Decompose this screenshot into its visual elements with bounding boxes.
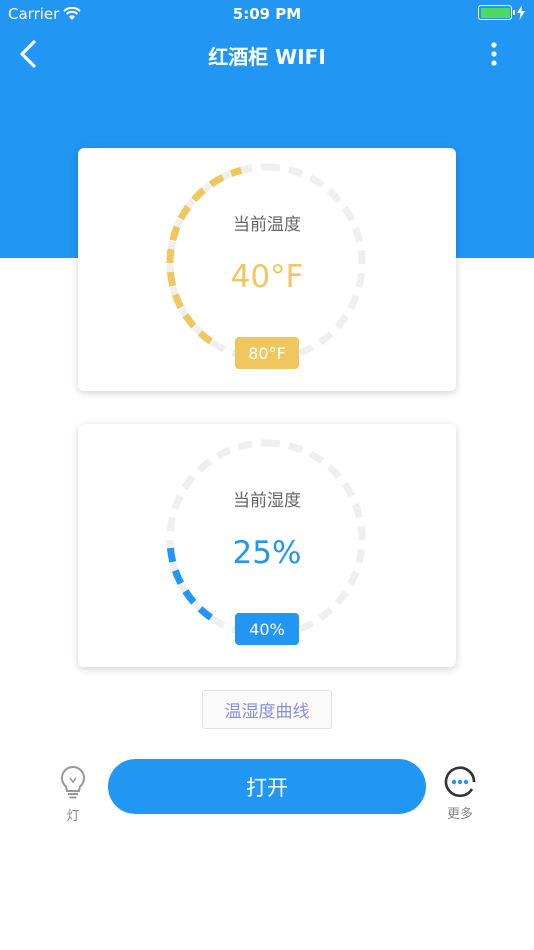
temperature-setpoint-badge[interactable]: 80°F (235, 337, 299, 369)
more-button[interactable]: 更多 (435, 765, 485, 827)
lightbulb-icon (61, 765, 85, 799)
more-menu-button[interactable] (482, 38, 506, 70)
open-button[interactable]: 打开 (108, 759, 426, 814)
more-vertical-icon (491, 42, 497, 66)
status-bar: Carrier 5:09 PM (0, 0, 534, 28)
temperature-value: 40°F (230, 259, 304, 295)
humidity-setpoint-badge[interactable]: 40% (235, 613, 299, 645)
light-label: 灯 (66, 809, 80, 824)
humidity-value: 25% (232, 535, 302, 571)
status-time: 5:09 PM (232, 5, 302, 23)
charging-bolt-icon (517, 5, 525, 20)
page-title: 红酒柜 WIFI (208, 45, 326, 69)
more-label: 更多 (446, 807, 473, 822)
light-button[interactable]: 灯 (48, 765, 98, 827)
humidity-label: 当前湿度 (233, 491, 301, 511)
nav-bar: 红酒柜 WIFI (0, 28, 534, 80)
temperature-label: 当前温度 (233, 215, 301, 235)
battery-icon (478, 5, 515, 20)
humidity-card: 当前湿度 25% 40% (78, 424, 456, 667)
temperature-card: 当前温度 40°F 80°F (78, 148, 456, 391)
more-circle-icon (444, 766, 476, 798)
temp-humidity-curve-button[interactable]: 温湿度曲线 (202, 690, 332, 729)
